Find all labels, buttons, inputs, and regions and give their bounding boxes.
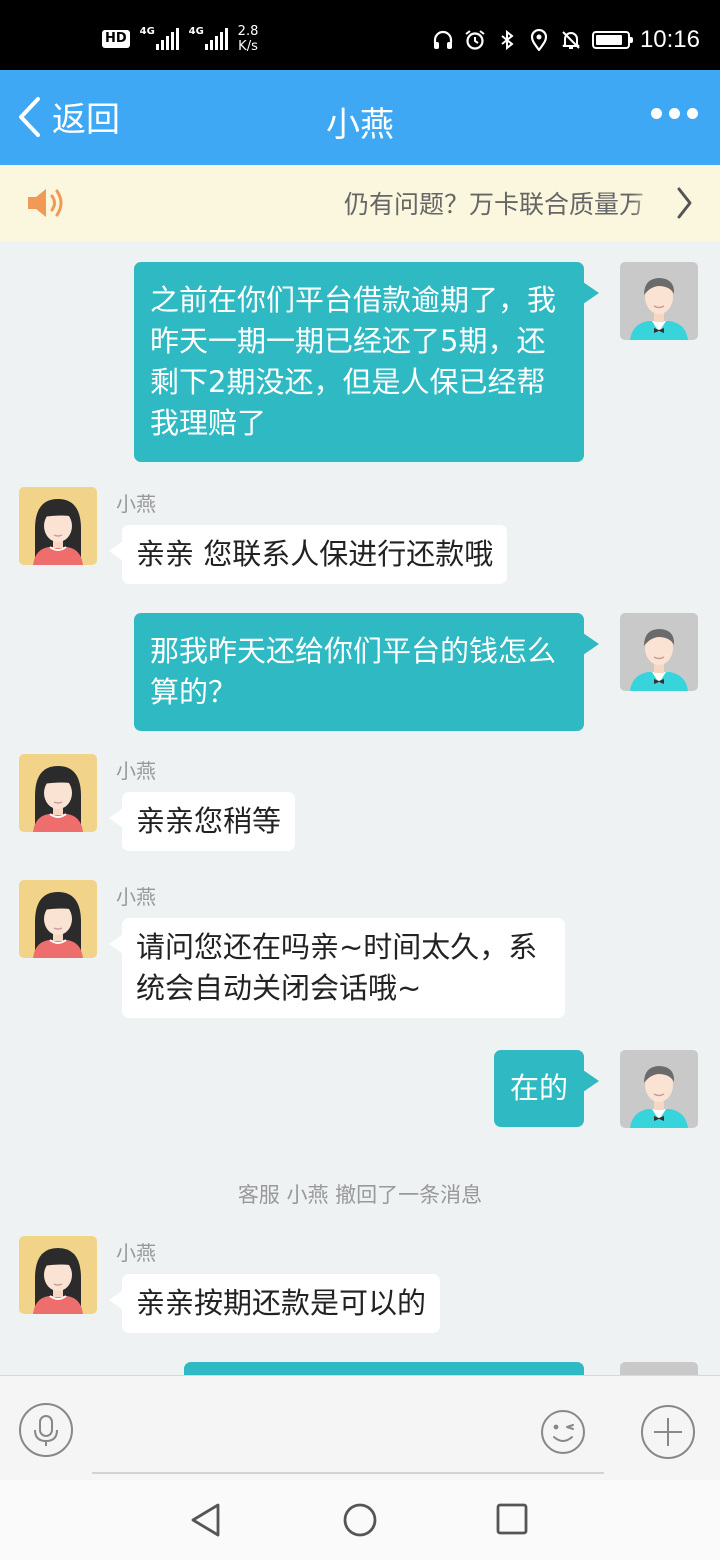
agent-message-bubble[interactable]: 亲亲您稍等 — [108, 792, 296, 851]
microphone-icon[interactable] — [18, 1402, 74, 1458]
agent-name: 小燕 — [116, 492, 156, 516]
user-avatar[interactable] — [620, 1362, 698, 1375]
plus-icon[interactable] — [640, 1404, 696, 1460]
agent-name: 小燕 — [116, 885, 156, 909]
message-input[interactable] — [92, 1472, 604, 1474]
status-bar: HD 4G 4G 2.8 K/s 10:16 — [0, 0, 720, 70]
signal-sim2-icon: 4G — [188, 26, 228, 50]
more-dots-icon[interactable] — [651, 108, 698, 119]
nav-back-icon[interactable] — [188, 1502, 224, 1538]
my-message-bubble[interactable]: 之前在你们平台借款逾期了，我昨天一期一期已经还了5期，还剩下2期没还，但是人保已… — [134, 262, 599, 462]
speed-value: 2.8 — [237, 24, 259, 39]
chat-area[interactable]: 之前在你们平台借款逾期了，我昨天一期一期已经还了5期，还剩下2期没还，但是人保已… — [0, 241, 720, 1375]
agent-name: 小燕 — [116, 1241, 156, 1265]
my-message-bubble[interactable]: 在的 — [494, 1050, 600, 1127]
agent-message-bubble[interactable]: 亲亲 您联系人保进行还款哦 — [108, 525, 508, 584]
user-avatar[interactable] — [620, 613, 698, 691]
alarm-icon — [465, 30, 485, 50]
network-speed: 2.8 K/s — [238, 24, 259, 54]
page-title: 小燕 — [326, 105, 394, 145]
notice-text: 仍有问题？万卡联合质量万 — [344, 185, 656, 221]
system-nav-bar — [0, 1480, 720, 1560]
my-message-bubble-partial[interactable] — [184, 1362, 584, 1375]
speed-unit: K/s — [238, 39, 258, 54]
hd-badge: HD — [102, 30, 130, 48]
agent-message-bubble[interactable]: 亲亲按期还款是可以的 — [108, 1274, 441, 1333]
nav-home-icon[interactable] — [342, 1502, 378, 1538]
system-message: 客服 小燕 撤回了一条消息 — [237, 1183, 483, 1207]
agent-avatar[interactable] — [19, 880, 97, 958]
speaker-icon — [28, 189, 63, 217]
agent-avatar[interactable] — [19, 1236, 97, 1314]
sim2-label: 4G — [188, 26, 204, 37]
location-icon — [530, 29, 548, 51]
battery-icon — [591, 31, 633, 49]
nav-recents-icon[interactable] — [495, 1502, 529, 1536]
notifications-off-icon — [562, 31, 580, 49]
clock: 10:16 — [639, 26, 700, 53]
input-bar — [0, 1375, 720, 1480]
my-message-bubble[interactable]: 那我昨天还给你们平台的钱怎么算的？ — [134, 613, 599, 731]
agent-message-bubble[interactable]: 请问您还在吗亲~时间太久，系统会自动关闭会话哦~ — [109, 918, 565, 1018]
chevron-right-icon[interactable] — [674, 185, 694, 221]
emoji-icon[interactable] — [540, 1409, 586, 1455]
agent-name: 小燕 — [116, 759, 156, 783]
agent-avatar[interactable] — [19, 754, 97, 832]
sim1-label: 4G — [139, 26, 155, 37]
user-avatar[interactable] — [620, 1050, 698, 1128]
headset-icon — [433, 30, 453, 49]
chat-header: 返回 小燕 — [0, 70, 720, 165]
bluetooth-icon — [501, 29, 514, 51]
agent-avatar[interactable] — [19, 487, 97, 565]
signal-sim1-icon: 4G — [139, 26, 179, 50]
notice-banner[interactable]: 仍有问题？万卡联合质量万 — [0, 165, 720, 241]
user-avatar[interactable] — [620, 262, 698, 340]
